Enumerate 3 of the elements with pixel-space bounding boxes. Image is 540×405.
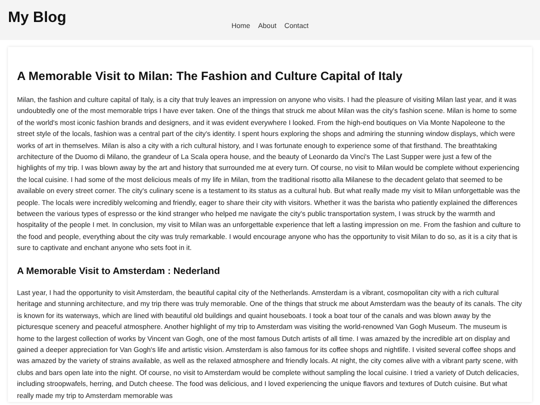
site-title: My Blog — [8, 8, 66, 28]
post-title: A Memorable Visit to Amsterdam : Nederland — [17, 264, 221, 279]
post-title: A Memorable Visit to Milan: The Fashion and Culture Capital of Italy — [17, 68, 404, 85]
